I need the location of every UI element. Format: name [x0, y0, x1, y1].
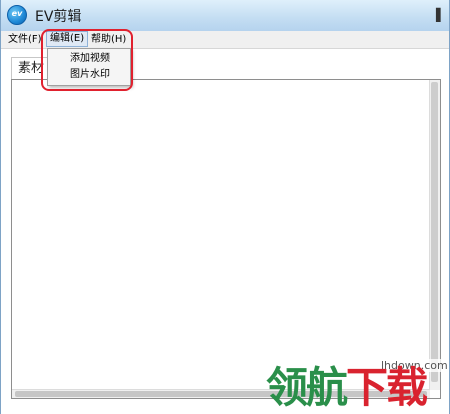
app-logo-icon: ev: [7, 5, 27, 25]
material-list-panel[interactable]: [11, 79, 441, 399]
edit-dropdown-menu: 添加视频 图片水印: [47, 48, 131, 86]
watermark-logo: 领航下载: [266, 363, 428, 412]
menu-bar: 文件(F) 编辑(E) 帮助(H): [1, 31, 449, 49]
title-bar[interactable]: ev EV剪辑 ▐: [1, 0, 449, 32]
watermark-text-green: 领航: [266, 363, 348, 412]
menu-file[interactable]: 文件(F): [5, 31, 45, 48]
vertical-scroll-thumb[interactable]: [431, 82, 438, 382]
app-window: ev EV剪辑 ▐ 文件(F) 编辑(E) 帮助(H) 添加视频 图片水印 素材…: [0, 0, 450, 414]
menu-item-image-watermark[interactable]: 图片水印: [70, 68, 110, 82]
window-title: EV剪辑: [35, 9, 82, 25]
menu-help[interactable]: 帮助(H): [88, 31, 129, 48]
material-tab[interactable]: 素材: [11, 57, 51, 79]
menu-edit[interactable]: 编辑(E): [46, 31, 89, 47]
vertical-scrollbar[interactable]: [429, 80, 440, 390]
app-logo-text: ev: [11, 9, 23, 18]
watermark-text-red: 下载: [346, 363, 428, 412]
menu-item-add-video[interactable]: 添加视频: [70, 52, 110, 66]
window-close-icon[interactable]: ▐: [426, 4, 446, 26]
